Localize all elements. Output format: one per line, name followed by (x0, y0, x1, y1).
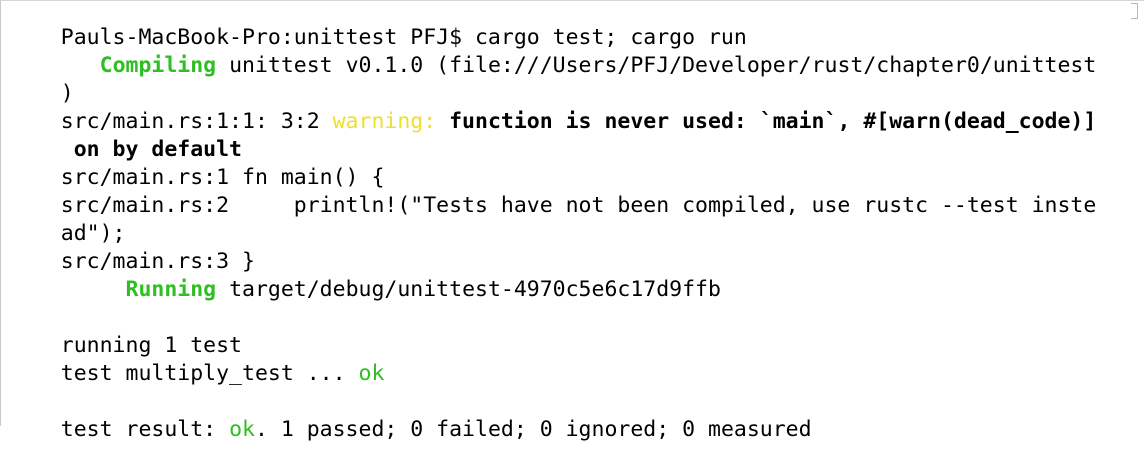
terminal-line-test-case: test multiply_test ... ok (9, 332, 385, 386)
terminal-line-warning-wrap: on by default (9, 108, 242, 162)
warning-message: function is never used: `main`, #[warn(d… (436, 109, 1097, 134)
source-line-2: src/main.rs:2 println!("Tests have not b… (60, 193, 1097, 218)
warning-label: warning: (332, 109, 437, 134)
terminal-line-prompt: Pauls-MacBook-Pro:unittest PFJ$ cargo te… (9, 0, 747, 50)
running-text: target/debug/unittest-4970c5e6c17d9ffb (216, 277, 721, 302)
compiling-label: Compiling (61, 53, 217, 78)
terminal-window[interactable]: Pauls-MacBook-Pro:unittest PFJ$ cargo te… (0, 0, 1144, 442)
terminal-line-src2: src/main.rs:2 println!("Tests have not b… (9, 164, 1097, 218)
result-prefix: test result: (60, 417, 230, 442)
terminal-line-running: Running target/debug/unittest-4970c5e6c1… (9, 248, 721, 302)
terminal-line-warning: src/main.rs:1:1: 3:2 warning: function i… (9, 80, 1097, 134)
terminal-line-src3: src/main.rs:3 } (9, 220, 255, 274)
terminal-line-result: test result: ok. 1 passed; 0 failed; 0 i… (9, 388, 812, 442)
test-case-name: test multiply_test ... (60, 361, 359, 386)
terminal-line-src1: src/main.rs:1 fn main() { (9, 136, 385, 190)
result-status: ok (229, 417, 255, 442)
terminal-line-running-tests: running 1 test (9, 304, 242, 358)
scrollbar-corner-icon (1131, 3, 1138, 19)
running-label-text: Running (125, 277, 217, 302)
running-label: Running (61, 277, 217, 302)
terminal-line-compiling: Compiling unittest v0.1.0 (file:///Users… (9, 24, 1097, 78)
terminal-line-src2-wrap: ad"); (9, 192, 126, 246)
compiling-text: unittest v0.1.0 (file:///Users/PFJ/Devel… (216, 53, 1097, 78)
result-summary: . 1 passed; 0 failed; 0 ignored; 0 measu… (254, 417, 812, 442)
test-case-status: ok (358, 361, 385, 386)
compiling-label-text: Compiling (99, 53, 217, 78)
terminal-line-compiling-wrap: ) (9, 52, 74, 106)
